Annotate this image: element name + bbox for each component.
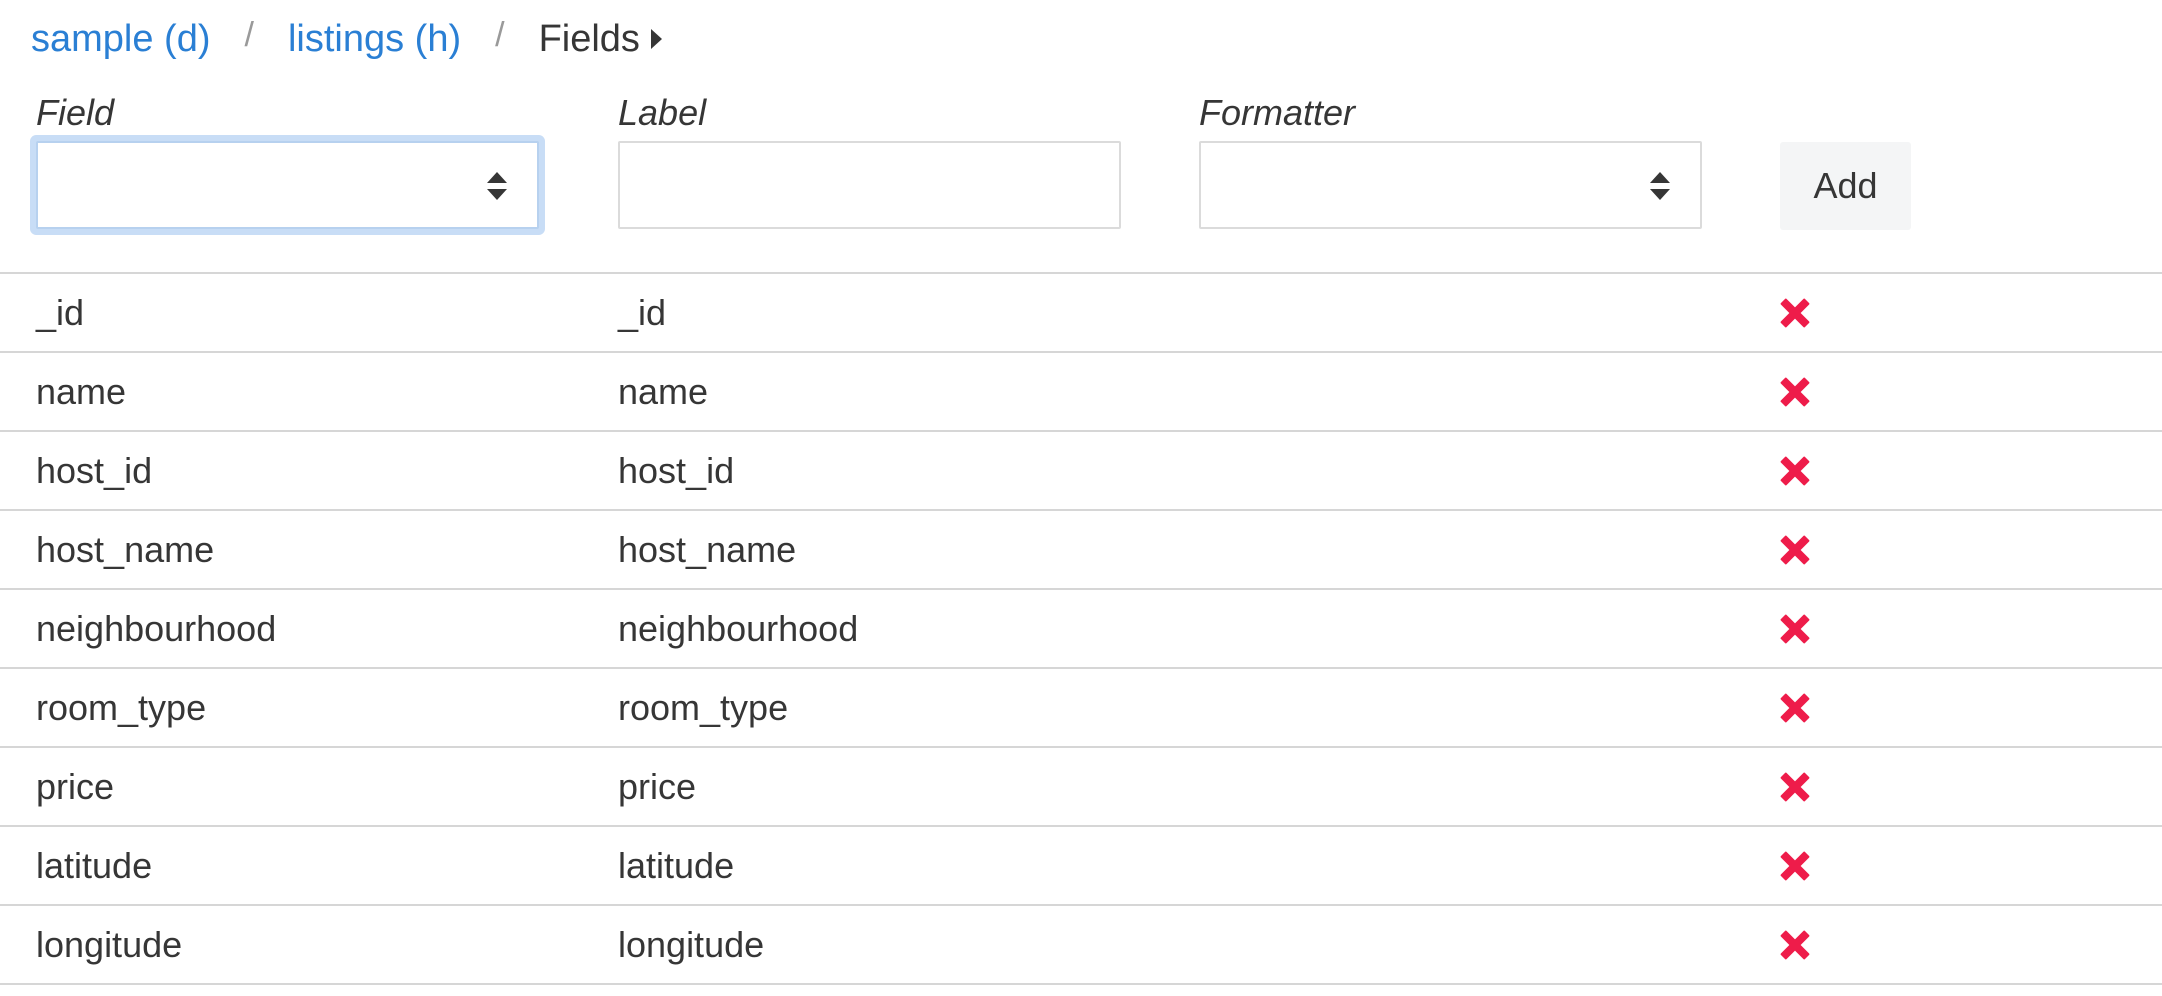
row-label: neighbourhood [618, 608, 859, 649]
breadcrumb: sample (d) / listings (h) / Fields [31, 14, 662, 64]
field-label: Field [36, 92, 115, 133]
row-label: host_id [618, 450, 735, 491]
row-field: _id [36, 292, 85, 333]
fields-table: _id _id name name host_id host_id host_name hos… [0, 272, 2162, 985]
label-group: Label [618, 88, 706, 138]
breadcrumb-separator: / [495, 15, 505, 54]
row-label: room_type [618, 687, 789, 728]
close-icon[interactable] [1780, 851, 1810, 881]
row-label: longitude [618, 924, 765, 965]
breadcrumb-current-label: Fields [538, 17, 640, 60]
table-row: host_id host_id [0, 430, 2162, 509]
row-field: longitude [36, 924, 183, 965]
breadcrumb-separator: / [244, 15, 254, 54]
label-label: Label [618, 92, 707, 133]
row-label: price [618, 766, 697, 807]
row-field: price [36, 766, 115, 807]
row-field: host_id [36, 450, 153, 491]
formatter-group: Formatter [1199, 88, 1355, 138]
table-row: price price [0, 746, 2162, 825]
table-row: name name [0, 351, 2162, 430]
field-select[interactable] [36, 141, 539, 229]
table-row: latitude latitude [0, 825, 2162, 904]
close-icon[interactable] [1780, 298, 1810, 328]
field-group: Field [36, 88, 114, 138]
sort-arrows-icon [487, 172, 507, 200]
row-field: neighbourhood [36, 608, 277, 649]
row-field: latitude [36, 845, 153, 886]
formatter-select[interactable] [1199, 141, 1702, 229]
row-label: _id [618, 292, 667, 333]
label-input[interactable] [618, 141, 1121, 229]
caret-right-icon [650, 29, 662, 49]
close-icon[interactable] [1780, 693, 1810, 723]
formatter-label: Formatter [1199, 92, 1356, 133]
close-icon[interactable] [1780, 614, 1810, 644]
close-icon[interactable] [1780, 456, 1810, 486]
add-field-form: Field Label Formatter Add [0, 88, 2162, 273]
breadcrumb-item-listings[interactable]: listings (h) [288, 18, 461, 61]
row-label: latitude [618, 845, 735, 886]
table-row: _id _id [0, 272, 2162, 351]
breadcrumb-item-sample[interactable]: sample (d) [31, 18, 211, 61]
close-icon[interactable] [1780, 930, 1810, 960]
add-button[interactable]: Add [1780, 142, 1911, 230]
close-icon[interactable] [1780, 535, 1810, 565]
row-field: host_name [36, 529, 215, 570]
row-label: name [618, 371, 709, 412]
table-row: host_name host_name [0, 509, 2162, 588]
table-row: longitude longitude [0, 904, 2162, 985]
sort-arrows-icon [1650, 172, 1670, 200]
row-field: name [36, 371, 127, 412]
breadcrumb-current-dropdown[interactable]: Fields [539, 18, 662, 61]
row-label: host_name [618, 529, 797, 570]
table-row: room_type room_type [0, 667, 2162, 746]
table-row: neighbourhood neighbourhood [0, 588, 2162, 667]
close-icon[interactable] [1780, 377, 1810, 407]
close-icon[interactable] [1780, 772, 1810, 802]
row-field: room_type [36, 687, 207, 728]
